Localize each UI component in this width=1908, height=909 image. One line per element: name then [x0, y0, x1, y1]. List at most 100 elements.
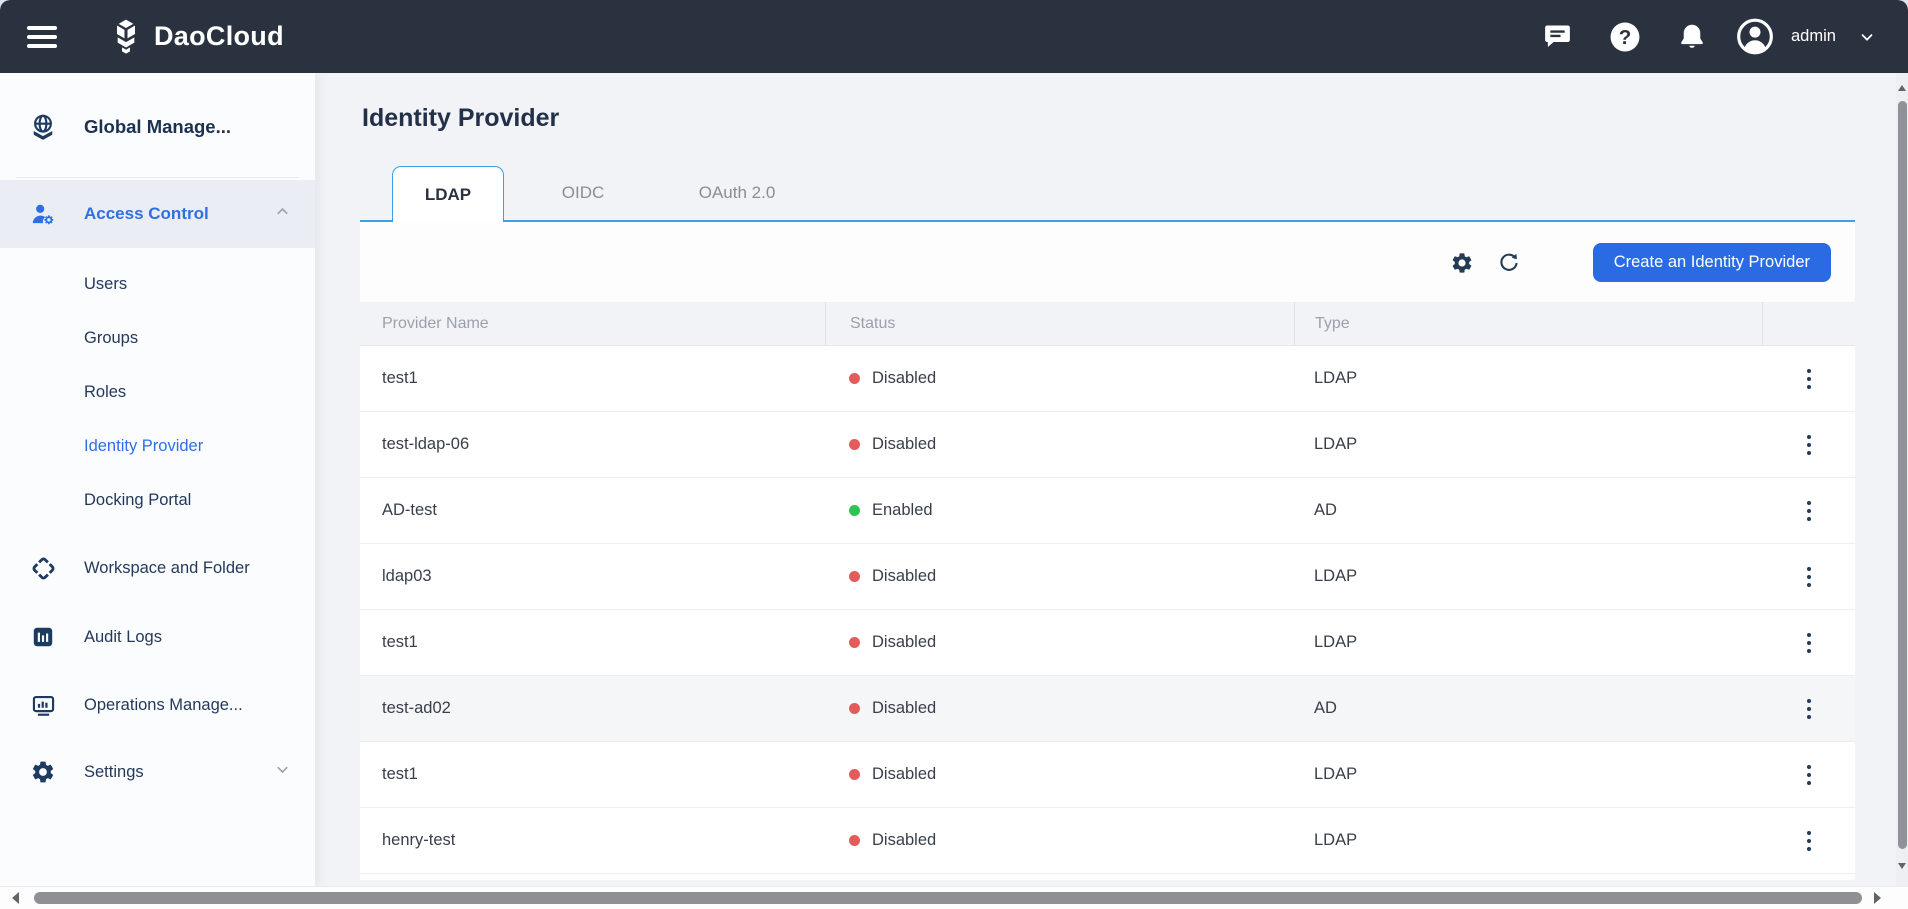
- provider-name-cell: test-ad02: [360, 676, 825, 741]
- row-actions-kebab-icon[interactable]: [1794, 555, 1824, 599]
- sidebar-item-settings[interactable]: Settings: [0, 745, 315, 799]
- column-header-type: Type: [1294, 302, 1762, 345]
- status-cell: Disabled: [825, 544, 1294, 609]
- table-body: test1 Disabled LDAP test-ldap-06 Disable…: [360, 346, 1855, 874]
- vertical-scrollbar[interactable]: [1896, 73, 1908, 886]
- help-icon[interactable]: ?: [1605, 0, 1645, 73]
- status-label: Disabled: [872, 369, 936, 388]
- table-row[interactable]: test-ad02 Disabled AD: [360, 676, 1855, 742]
- page-title: Identity Provider: [362, 104, 559, 133]
- vertical-scrollbar-thumb[interactable]: [1898, 101, 1907, 849]
- operations-icon: [28, 692, 58, 719]
- brand-name: DaoCloud: [154, 0, 284, 73]
- chat-icon[interactable]: [1537, 0, 1577, 73]
- tab-oidc[interactable]: OIDC: [540, 166, 626, 220]
- row-actions-kebab-icon[interactable]: [1794, 489, 1824, 533]
- status-dot: [849, 835, 860, 846]
- provider-name-cell: ldap03: [360, 544, 825, 609]
- audit-logs-icon: [28, 624, 58, 650]
- row-actions-kebab-icon[interactable]: [1794, 621, 1824, 665]
- table-row[interactable]: test-ldap-06 Disabled LDAP: [360, 412, 1855, 478]
- horizontal-scrollbar-thumb[interactable]: [34, 892, 1862, 904]
- provider-name-cell: AD-test: [360, 478, 825, 543]
- scroll-up-arrow-icon[interactable]: [1898, 85, 1906, 91]
- type-cell: LDAP: [1294, 610, 1762, 675]
- type-cell: AD: [1294, 676, 1762, 741]
- sidebar-product-switcher[interactable]: Global Manage...: [0, 100, 315, 154]
- status-dot: [849, 571, 860, 582]
- scroll-right-arrow-icon[interactable]: [1874, 892, 1881, 904]
- table-toolbar: Create an Identity Provider: [360, 222, 1855, 302]
- tab-ldap[interactable]: LDAP: [392, 166, 504, 222]
- type-cell: LDAP: [1294, 412, 1762, 477]
- status-cell: Disabled: [825, 742, 1294, 807]
- svg-text:?: ?: [1619, 26, 1632, 49]
- row-actions-kebab-icon[interactable]: [1794, 819, 1824, 863]
- daocloud-window: DaoCloud ? admin: [0, 0, 1908, 909]
- sidebar-item-workspace-and-folder[interactable]: Workspace and Folder: [0, 541, 315, 595]
- provider-name-cell: henry-test: [360, 808, 825, 873]
- table-row[interactable]: AD-test Enabled AD: [360, 478, 1855, 544]
- notifications-icon[interactable]: [1672, 0, 1712, 73]
- table-row[interactable]: henry-test Disabled LDAP: [360, 808, 1855, 874]
- sidebar-item-groups[interactable]: Groups: [0, 311, 315, 365]
- status-dot: [849, 439, 860, 450]
- provider-name-cell: test1: [360, 610, 825, 675]
- status-label: Disabled: [872, 831, 936, 850]
- status-label: Disabled: [872, 765, 936, 784]
- status-label: Disabled: [872, 435, 936, 454]
- user-menu-chevron-down-icon[interactable]: [1858, 0, 1876, 73]
- sidebar-divider: [16, 177, 299, 178]
- provider-name-cell: test1: [360, 346, 825, 411]
- status-cell: Disabled: [825, 412, 1294, 477]
- username-label: admin: [1791, 0, 1836, 73]
- row-actions-kebab-icon[interactable]: [1794, 687, 1824, 731]
- status-label: Disabled: [872, 567, 936, 586]
- refresh-icon[interactable]: [1496, 250, 1522, 276]
- topbar: DaoCloud ? admin: [0, 0, 1908, 73]
- horizontal-scrollbar[interactable]: [0, 886, 1908, 909]
- sidebar-item-label: Access Control: [84, 204, 209, 224]
- column-header-status: Status: [825, 302, 1294, 345]
- table-row[interactable]: test1 Disabled LDAP: [360, 742, 1855, 808]
- sidebar-item-identity-provider[interactable]: Identity Provider: [0, 419, 315, 473]
- settings-icon[interactable]: [1449, 250, 1475, 276]
- chevron-up-icon[interactable]: [274, 203, 291, 225]
- create-identity-provider-button[interactable]: Create an Identity Provider: [1593, 243, 1831, 282]
- hamburger-menu-button[interactable]: [27, 26, 57, 48]
- status-label: Enabled: [872, 501, 933, 520]
- row-actions-kebab-icon[interactable]: [1794, 423, 1824, 467]
- status-cell: Disabled: [825, 808, 1294, 873]
- sidebar-item-operations-management[interactable]: Operations Manage...: [0, 678, 315, 732]
- sidebar-item-audit-logs[interactable]: Audit Logs: [0, 610, 315, 664]
- type-cell: LDAP: [1294, 544, 1762, 609]
- table-header: Provider Name Status Type: [360, 302, 1855, 346]
- table-row[interactable]: test1 Disabled LDAP: [360, 610, 1855, 676]
- status-cell: Disabled: [825, 676, 1294, 741]
- scroll-left-arrow-icon[interactable]: [12, 892, 19, 904]
- table-row[interactable]: test1 Disabled LDAP: [360, 346, 1855, 412]
- status-cell: Disabled: [825, 346, 1294, 411]
- row-actions-kebab-icon[interactable]: [1794, 357, 1824, 401]
- status-cell: Disabled: [825, 610, 1294, 675]
- workspace-icon: [28, 555, 58, 582]
- status-dot: [849, 373, 860, 384]
- gear-icon: [28, 759, 58, 785]
- user-gear-icon: [28, 200, 58, 228]
- status-dot: [849, 505, 860, 516]
- status-label: Disabled: [872, 633, 936, 652]
- column-header-actions: [1762, 302, 1855, 345]
- scroll-down-arrow-icon[interactable]: [1898, 863, 1906, 869]
- sidebar-item-docking-portal[interactable]: Docking Portal: [0, 473, 315, 527]
- chevron-down-icon[interactable]: [274, 761, 291, 783]
- sidebar-item-users[interactable]: Users: [0, 257, 315, 311]
- avatar-icon[interactable]: [1735, 0, 1775, 73]
- table-row[interactable]: ldap03 Disabled LDAP: [360, 544, 1855, 610]
- status-cell: Enabled: [825, 478, 1294, 543]
- sidebar-item-roles[interactable]: Roles: [0, 365, 315, 419]
- provider-name-cell: test-ldap-06: [360, 412, 825, 477]
- row-actions-kebab-icon[interactable]: [1794, 753, 1824, 797]
- tab-oauth2[interactable]: OAuth 2.0: [672, 166, 802, 220]
- provider-name-cell: test1: [360, 742, 825, 807]
- sidebar-item-access-control[interactable]: Access Control: [0, 180, 315, 248]
